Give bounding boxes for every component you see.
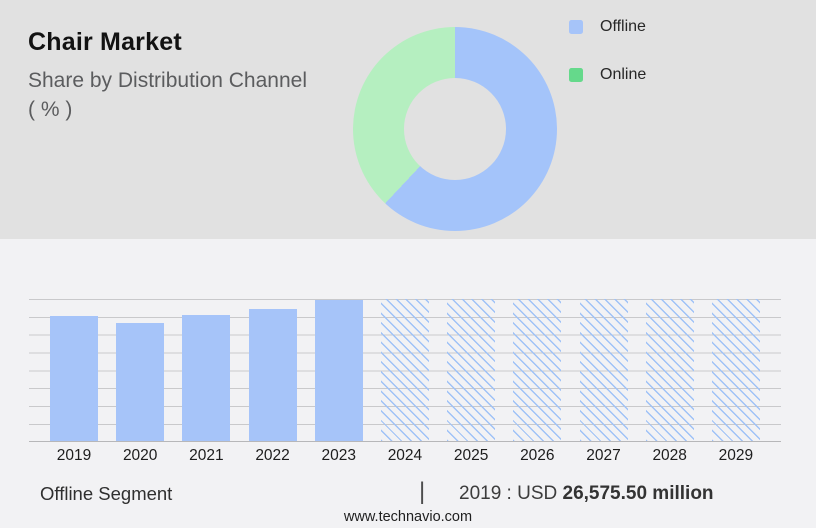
website-link[interactable]: www.technavio.com bbox=[0, 509, 816, 525]
bar-2020 bbox=[116, 323, 164, 441]
forecast-bar-2028 bbox=[646, 299, 694, 441]
legend-item: Online bbox=[569, 61, 646, 88]
caption-row: Offline Segment | 2019 : USD 26,575.50 m… bbox=[0, 481, 816, 509]
x-axis-label-2027: 2027 bbox=[580, 447, 628, 465]
forecast-bar-2027 bbox=[580, 299, 628, 441]
caption-separator: | bbox=[419, 478, 425, 506]
bar-slot bbox=[381, 299, 429, 441]
caption-value-bold: 26,575.50 million bbox=[563, 483, 714, 504]
bar-slot bbox=[315, 299, 363, 441]
x-axis-label-2020: 2020 bbox=[116, 447, 164, 465]
x-axis-labels: 2019 2020 2021 2022 2023 2024 2025 2026 2027 2028… bbox=[29, 447, 781, 465]
bar-slot bbox=[50, 299, 98, 441]
bar-chart-plot-area bbox=[29, 299, 781, 442]
legend-swatch-icon bbox=[569, 68, 583, 82]
segment-label: Offline Segment bbox=[40, 483, 172, 505]
caption-value: 2019 : USD 26,575.50 million bbox=[459, 483, 714, 505]
legend-label: Offline bbox=[600, 18, 646, 36]
bar-slot bbox=[249, 299, 297, 441]
x-axis-label-2029: 2029 bbox=[712, 447, 760, 465]
bar-2023 bbox=[315, 300, 363, 441]
subtitle-line-2: ( % ) bbox=[28, 95, 307, 124]
x-axis-label-2021: 2021 bbox=[182, 447, 230, 465]
x-axis-label-2019: 2019 bbox=[50, 447, 98, 465]
donut-hole bbox=[404, 78, 506, 180]
bar-slot bbox=[646, 299, 694, 441]
legend-item: Offline bbox=[569, 13, 646, 40]
forecast-bar-2026 bbox=[513, 299, 561, 441]
bar-chart-section: 2019 2020 2021 2022 2023 2024 2025 2026 2027 2028… bbox=[0, 239, 816, 528]
forecast-bar-2024 bbox=[381, 299, 429, 441]
page-title: Chair Market bbox=[28, 28, 307, 57]
x-axis-label-2025: 2025 bbox=[447, 447, 495, 465]
bar-slot bbox=[580, 299, 628, 441]
header-section: Chair Market Share by Distribution Chann… bbox=[0, 0, 816, 239]
x-axis-label-2028: 2028 bbox=[646, 447, 694, 465]
page-subtitle: Share by Distribution Channel ( % ) bbox=[28, 66, 307, 124]
forecast-bar-2029 bbox=[712, 299, 760, 441]
bar-slot bbox=[116, 299, 164, 441]
bar-2019 bbox=[50, 316, 98, 441]
subtitle-line-1: Share by Distribution Channel bbox=[28, 66, 307, 95]
bar-2021 bbox=[182, 315, 230, 441]
x-axis-label-2026: 2026 bbox=[513, 447, 561, 465]
title-block: Chair Market Share by Distribution Chann… bbox=[28, 28, 307, 124]
x-axis-label-2022: 2022 bbox=[249, 447, 297, 465]
legend-label: Online bbox=[600, 66, 646, 84]
caption-value-prefix: 2019 : USD bbox=[459, 483, 563, 504]
x-axis-label-2024: 2024 bbox=[381, 447, 429, 465]
x-axis-label-2023: 2023 bbox=[315, 447, 363, 465]
infographic-page: Chair Market Share by Distribution Chann… bbox=[0, 0, 816, 528]
bars-container bbox=[29, 299, 781, 441]
bar-slot bbox=[513, 299, 561, 441]
donut-chart bbox=[353, 27, 557, 231]
bar-slot bbox=[447, 299, 495, 441]
bar-slot bbox=[712, 299, 760, 441]
bar-slot bbox=[182, 299, 230, 441]
forecast-bar-2025 bbox=[447, 299, 495, 441]
chart-legend: Offline Online bbox=[569, 13, 646, 109]
legend-swatch-icon bbox=[569, 20, 583, 34]
bar-2022 bbox=[249, 309, 297, 442]
